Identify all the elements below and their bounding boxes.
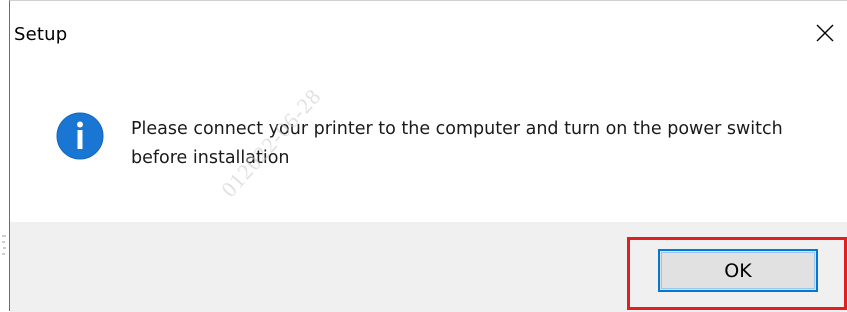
title-bar[interactable]: Setup — [10, 1, 847, 69]
dialog-content: Please connect your printer to the compu… — [10, 69, 847, 222]
background-window-edge — [0, 232, 9, 262]
info-icon — [56, 112, 104, 160]
window-title: Setup — [14, 24, 68, 45]
close-icon — [816, 24, 834, 46]
dialog-footer: OK — [10, 222, 847, 312]
setup-dialog: Setup Please connect your printer to the… — [9, 0, 847, 312]
ok-button[interactable]: OK — [658, 249, 818, 292]
close-button[interactable] — [802, 1, 847, 69]
dialog-message: Please connect your printer to the compu… — [131, 119, 783, 168]
